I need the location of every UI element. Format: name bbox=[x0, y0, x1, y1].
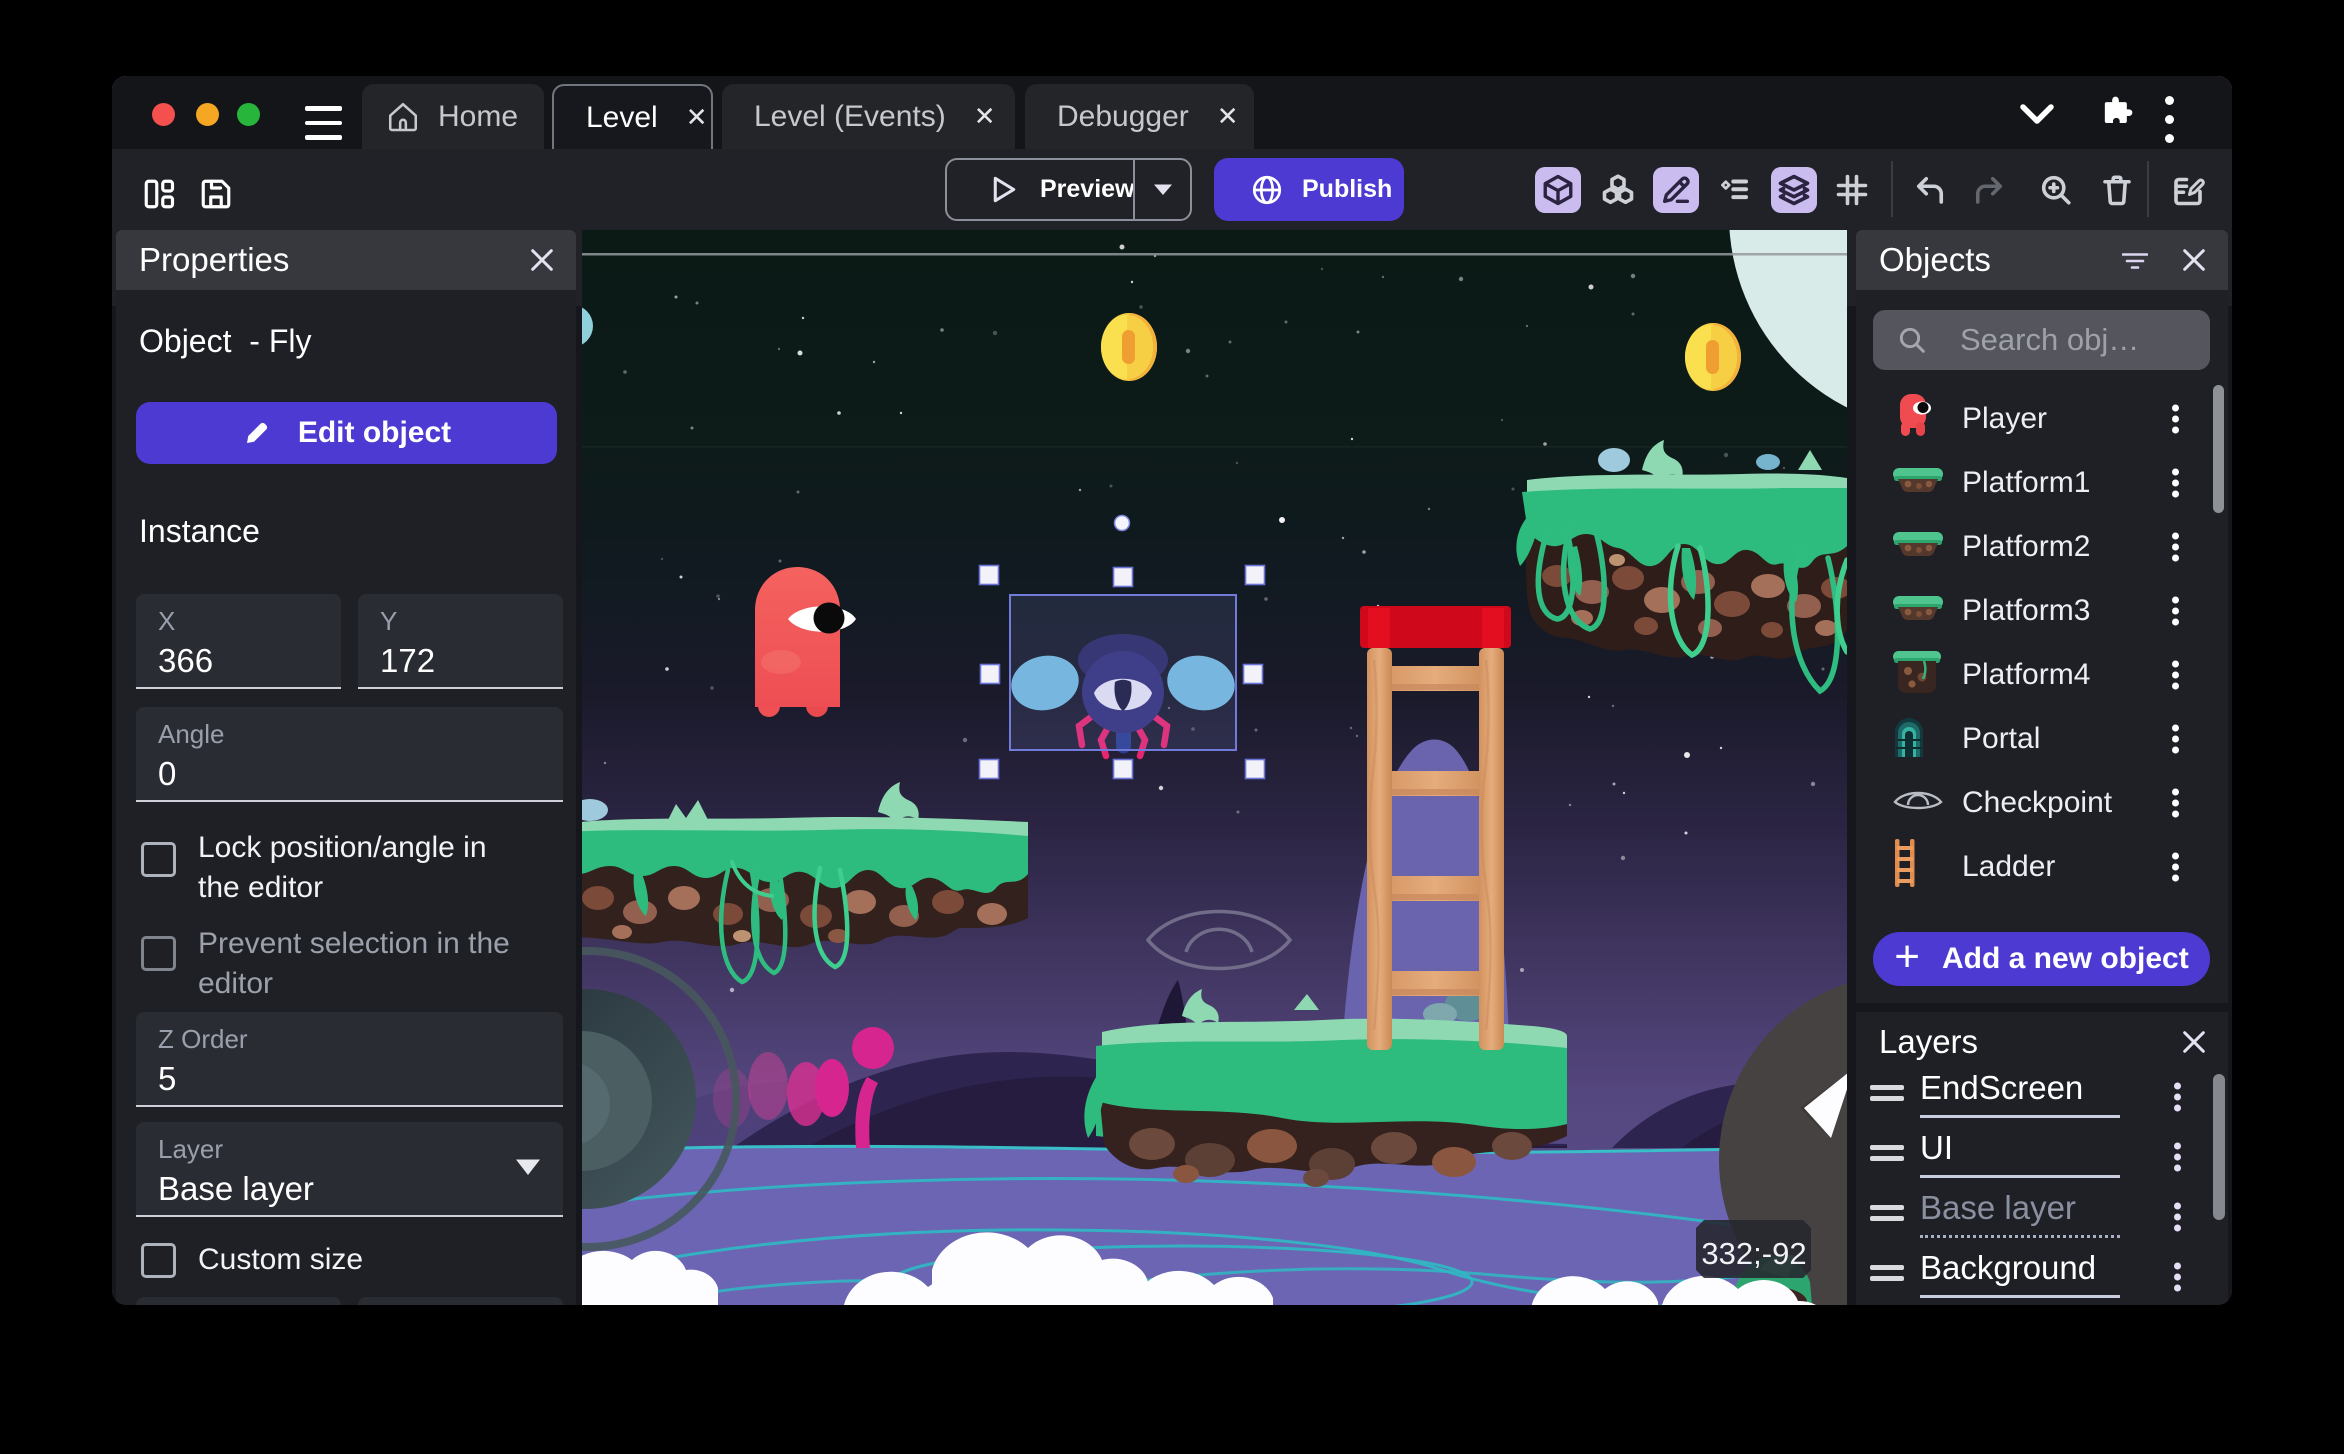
svg-text:332;-92: 332;-92 bbox=[1701, 1236, 1806, 1271]
